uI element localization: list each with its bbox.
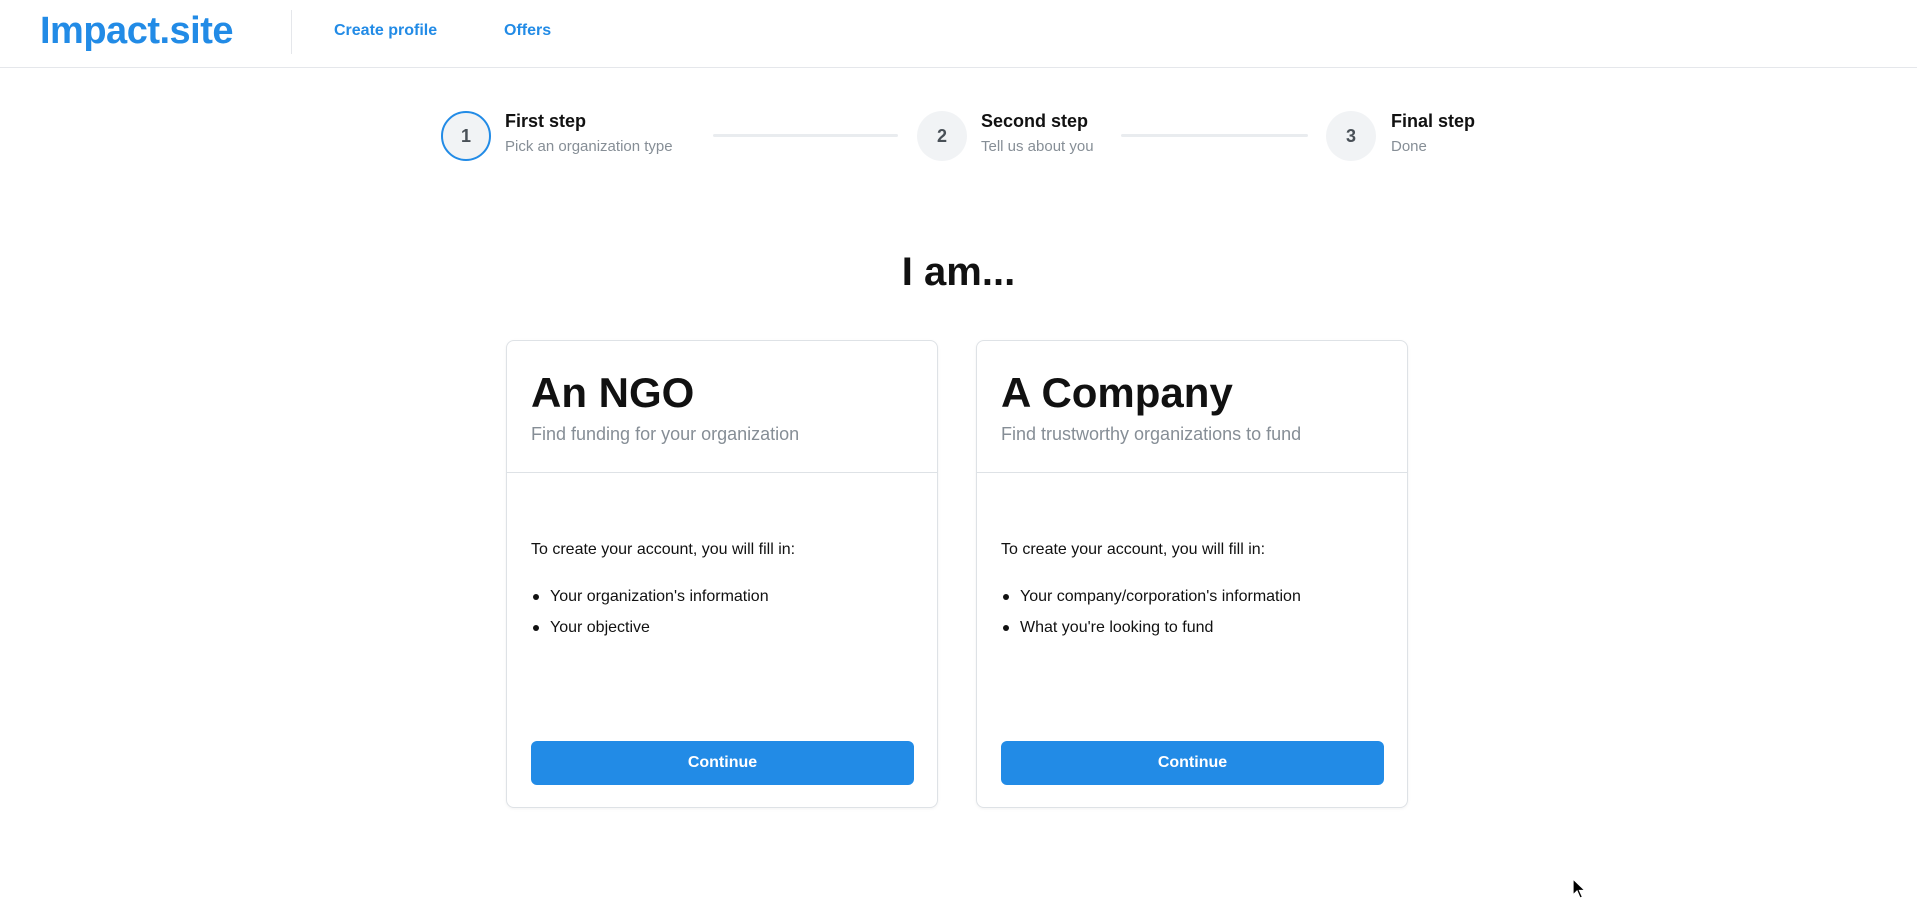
- list-item: Your objective: [531, 612, 769, 643]
- step-1-description: Pick an organization type: [505, 138, 673, 155]
- card-subtitle: Find trustworthy organizations to fund: [1001, 424, 1302, 444]
- card-divider: [507, 472, 937, 473]
- header-divider: [291, 10, 292, 54]
- card-intro-text: To create your account, you will fill in…: [1001, 541, 1266, 558]
- ngo-card: An NGO Find funding for your organizatio…: [506, 340, 938, 808]
- card-title: An NGO: [531, 369, 695, 416]
- step-3-title: Final step: [1391, 111, 1476, 131]
- list-item: What you're looking to fund: [1001, 612, 1301, 643]
- nav-offers-link[interactable]: Offers: [504, 22, 551, 40]
- list-item: Your organization's information: [531, 581, 769, 612]
- ngo-continue-button[interactable]: Continue: [531, 741, 914, 785]
- card-intro-text: To create your account, you will fill in…: [531, 541, 796, 558]
- step-connector-1: [713, 134, 898, 137]
- list-item: Your company/corporation's information: [1001, 581, 1301, 612]
- requirements-list: Your company/corporation's information W…: [1001, 581, 1301, 643]
- card-title: A Company: [1001, 369, 1233, 416]
- company-continue-button[interactable]: Continue: [1001, 741, 1384, 785]
- top-header: Impact.site Create profile Offers: [0, 0, 1917, 68]
- step-2-indicator[interactable]: 2: [917, 111, 967, 161]
- site-logo[interactable]: Impact.site: [40, 10, 234, 53]
- card-subtitle: Find funding for your organization: [531, 424, 800, 444]
- nav-create-profile-link[interactable]: Create profile: [334, 22, 437, 40]
- page-heading: I am...: [901, 250, 1016, 294]
- step-1-indicator[interactable]: 1: [441, 111, 491, 161]
- requirements-list: Your organization's information Your obj…: [531, 581, 769, 643]
- mouse-cursor-icon: [1572, 878, 1586, 899]
- step-2-title: Second step: [981, 111, 1089, 131]
- step-3-description: Done: [1391, 138, 1427, 155]
- step-1-title: First step: [505, 111, 587, 131]
- step-2-description: Tell us about you: [981, 138, 1094, 155]
- step-3-indicator[interactable]: 3: [1326, 111, 1376, 161]
- company-card: A Company Find trustworthy organizations…: [976, 340, 1408, 808]
- step-connector-2: [1121, 134, 1308, 137]
- card-divider: [977, 472, 1407, 473]
